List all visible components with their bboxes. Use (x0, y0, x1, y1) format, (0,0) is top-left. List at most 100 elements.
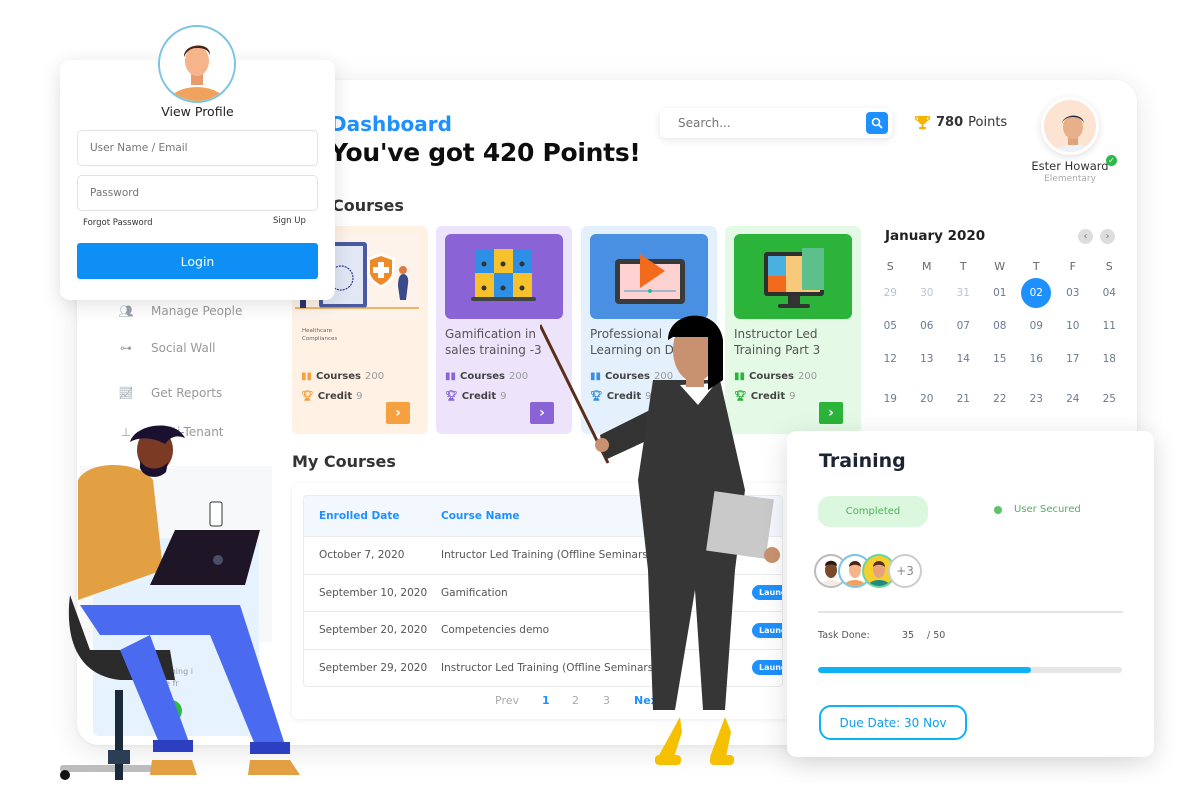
calendar-day[interactable]: 02 (1018, 277, 1055, 308)
table-row[interactable]: September 20, 2020 Competencies demo Launc… (304, 611, 782, 649)
search-bar[interactable] (660, 108, 892, 138)
calendar-day[interactable]: 21 (945, 393, 982, 405)
password-field[interactable] (77, 175, 318, 211)
table-row[interactable]: September 10, 2020 Gamification Launch (304, 573, 782, 612)
enrolled-date-cell: October 7, 2020 (319, 549, 405, 562)
sidebar-item-manage-people[interactable]: 👥︎ Manage People (117, 304, 242, 318)
chart-icon: 📈︎ (118, 386, 134, 400)
open-course-button[interactable]: › (386, 402, 410, 424)
course-thumbnail (590, 234, 708, 319)
column-enrolled-date[interactable]: Enrolled Date (304, 510, 441, 522)
login-avatar[interactable] (158, 25, 236, 103)
user-avatar-icon (1054, 115, 1092, 152)
view-profile-link[interactable]: View Profile (60, 104, 335, 119)
trophy-icon: 🏆︎ (734, 391, 747, 402)
launch-button[interactable]: Launch (752, 585, 782, 601)
calendar-day[interactable]: 14 (945, 353, 982, 365)
calendar-day[interactable]: 11 (1091, 320, 1128, 332)
calendar-day[interactable]: 22 (982, 393, 1019, 405)
course-thumbnail (445, 234, 563, 319)
pagination-prev[interactable]: Prev (495, 694, 519, 707)
course-count: ▮▮ Courses 200 (445, 371, 529, 382)
pagination-page-2[interactable]: 2 (572, 694, 579, 707)
more-members-button[interactable]: +3 (888, 554, 922, 588)
task-progress-fill (818, 667, 1031, 673)
calendar-day[interactable]: 17 (1055, 353, 1092, 365)
pagination-next[interactable]: Next (634, 694, 663, 707)
training-title: Training (819, 450, 906, 472)
calendar-day[interactable]: 24 (1055, 393, 1092, 405)
weekday-label: S (886, 259, 894, 273)
username-field[interactable] (77, 130, 318, 166)
points-label: Points (968, 115, 1008, 130)
table-row[interactable]: September 29, 2020 Instructor Led Trainin… (304, 648, 782, 687)
search-input[interactable] (678, 116, 848, 130)
chevron-left-icon: ‹ (1083, 231, 1088, 242)
calendar-day[interactable]: 13 (909, 353, 946, 365)
pagination-page-3[interactable]: 3 (603, 694, 610, 707)
login-button[interactable]: Login (77, 243, 318, 279)
calendar-day[interactable]: 07 (945, 320, 982, 332)
avatar[interactable] (1041, 97, 1099, 155)
calendar-prev-button[interactable]: ‹ (1078, 229, 1093, 244)
points-display: 780 Points (914, 115, 1007, 130)
launch-button[interactable]: Launch (752, 622, 782, 638)
sign-up-link[interactable]: Sign Up (273, 216, 306, 226)
enrolled-date-cell: September 10, 2020 (319, 586, 428, 599)
calendar-day[interactable]: 04 (1091, 287, 1128, 299)
calendar-day[interactable]: 08 (982, 320, 1019, 332)
calendar-next-button[interactable]: › (1100, 229, 1115, 244)
points-value: 780 (936, 115, 964, 130)
people-icon: 👥︎ (118, 304, 134, 318)
user-profile[interactable]: ✓ Ester Howard Elementary (1020, 97, 1120, 184)
calendar-day[interactable]: 29 (872, 287, 909, 299)
open-course-button[interactable]: › (819, 402, 843, 424)
calendar-day[interactable]: 12 (872, 353, 909, 365)
calendar-day[interactable]: 06 (909, 320, 946, 332)
due-date-button[interactable]: Due Date: 30 Nov (819, 705, 967, 740)
calendar-day[interactable]: 10 (1055, 320, 1092, 332)
page-title: Dashboard (330, 112, 452, 136)
table-row[interactable]: October 7, 2020 Intructor Led Training (O… (304, 536, 782, 574)
search-button[interactable] (866, 112, 888, 134)
course-card[interactable]: Instructor Led Training Part 3 ▮▮ Courses… (725, 226, 861, 434)
weekday-label: W (994, 259, 1006, 273)
calendar-day[interactable]: 25 (1091, 393, 1128, 405)
book-icon: ▮▮ (445, 371, 457, 382)
pagination-page-1[interactable]: 1 (542, 694, 550, 707)
course-card[interactable]: Gamification in sales training -3 ▮▮ Cour… (436, 226, 572, 434)
calendar-day[interactable]: 05 (872, 320, 909, 332)
promo-download-button[interactable] (160, 700, 182, 722)
calendar-day[interactable]: 18 (1091, 353, 1128, 365)
launch-button[interactable]: Launch (752, 660, 782, 676)
calendar-day[interactable]: 03 (1055, 287, 1092, 299)
network-icon: ⊶ (120, 341, 132, 355)
calendar-day[interactable]: 30 (909, 287, 946, 299)
calendar-week: 19 20 21 22 23 24 25 (872, 382, 1128, 415)
sidebar-item-multi-tenant[interactable]: ⊥ Multi-Tenant (117, 425, 224, 439)
calendar-day[interactable]: 15 (982, 353, 1019, 365)
trophy-icon (914, 116, 931, 130)
course-card[interactable]: Professional Learning on Devic ▮▮ Courses… (581, 226, 717, 434)
course-credit: 🏆︎ Credit 9 (734, 391, 796, 402)
calendar-week: 12 13 14 15 16 17 18 (872, 342, 1128, 375)
my-courses-table: Enrolled Date Course Name October 7, 202… (303, 495, 783, 687)
open-course-button[interactable]: › (530, 402, 554, 424)
calendar-day[interactable]: 01 (982, 287, 1019, 299)
course-credit: 🏆︎ Credit 9 (301, 391, 363, 402)
calendar-day[interactable]: 16 (1018, 353, 1055, 365)
calendar-day[interactable]: 19 (872, 393, 909, 405)
sidebar-item-social-wall[interactable]: ⊶ Social Wall (117, 341, 216, 355)
course-count: ▮▮ Courses 200 (734, 371, 818, 382)
video-player-illustration-icon (615, 254, 685, 304)
chevron-right-icon: › (828, 405, 834, 421)
column-course-name[interactable]: Course Name (441, 510, 752, 522)
calendar-day[interactable]: 31 (945, 287, 982, 299)
calendar-week: 05 06 07 08 09 10 11 (872, 309, 1128, 342)
forgot-password-link[interactable]: Forgot Password (83, 218, 152, 228)
calendar-day[interactable]: 09 (1018, 320, 1055, 332)
calendar-day[interactable]: 20 (909, 393, 946, 405)
book-icon: ▮▮ (734, 371, 746, 382)
sidebar-item-get-reports[interactable]: 📈︎ Get Reports (117, 386, 222, 400)
calendar-day[interactable]: 23 (1018, 393, 1055, 405)
